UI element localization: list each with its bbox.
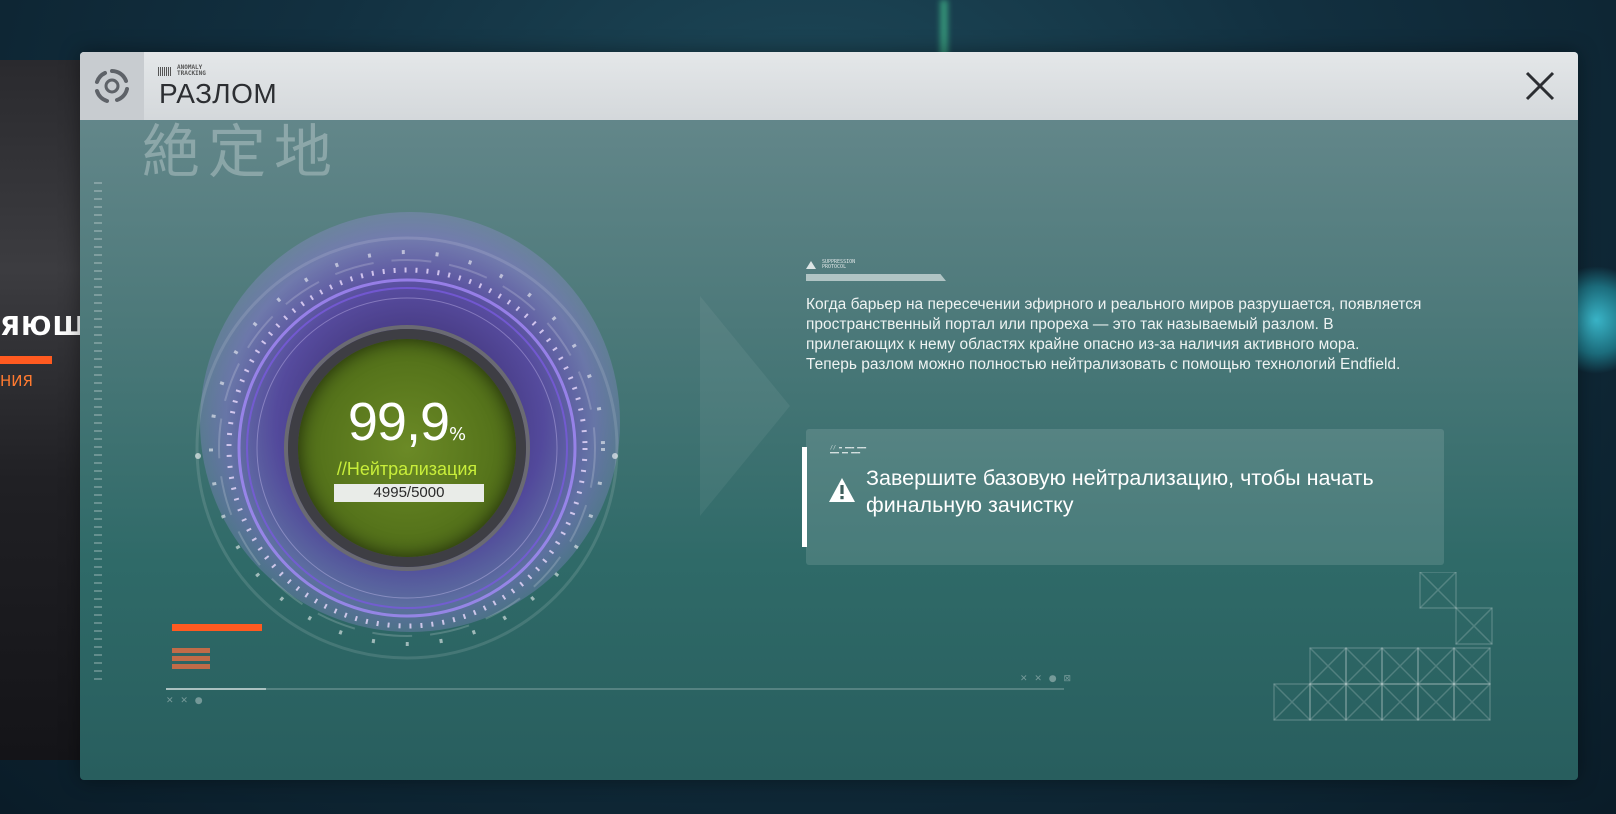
side-dot-rail [94, 182, 102, 682]
requirement-notice: // ▬ ▬▬▬ ▬▬▬ ▬▬▬ ▬▬ ▬▬▬ Завершите базову… [802, 429, 1444, 565]
header-subtitle-text: ANOMALY TRACKING [177, 64, 206, 77]
status-grid [172, 648, 210, 672]
rift-swirl-icon [95, 69, 129, 103]
decorative-glyphs-text: 絶定地 [142, 120, 340, 180]
notice-tag: // ▬ ▬▬▬ ▬▬▬ ▬▬▬ ▬▬ ▬▬▬ [830, 445, 867, 456]
rift-description: SUPPRESSION PROTOCOL Когда барьер на пер… [806, 260, 1426, 375]
info-tag-text: SUPPRESSION PROTOCOL [822, 259, 856, 270]
warning-triangle-icon [828, 477, 856, 507]
rift-logo-box [80, 52, 144, 120]
background-machinery [0, 60, 82, 760]
right-dots: ✕ ✕ ● ⊠ [1020, 674, 1074, 684]
description-text: Когда барьер на пересечении эфирного и р… [806, 295, 1426, 375]
progress-counter-text: 4995/5000 [373, 484, 445, 501]
background-hud-subtext: НИЯ [0, 372, 33, 390]
info-tag: SUPPRESSION PROTOCOL [806, 260, 1426, 270]
bottom-rail [166, 688, 1064, 690]
background-hud-text: ЯЮЩ [0, 312, 89, 342]
description-paragraph-1: Когда барьер на пересечении эфирного и р… [806, 296, 1422, 353]
tag-triangle-icon [806, 261, 816, 269]
page-title: РАЗЛОМ [159, 78, 278, 109]
status-bar-orange [172, 624, 262, 631]
background-light [940, 0, 948, 60]
decorative-glyphs: 絶定地 [142, 120, 340, 180]
dialog-header: ANOMALY TRACKING РАЗЛОМ [80, 52, 1578, 120]
description-paragraph-2: Теперь разлом можно полностью нейтрализо… [806, 356, 1401, 373]
decorative-chevron [700, 296, 790, 516]
header-subtitle: ANOMALY TRACKING [158, 65, 206, 77]
percent-sign: % [449, 424, 467, 445]
background-hud-bar [0, 356, 52, 364]
neutralization-gauge: 99,9% //Нейтрализация 4995/5000 [160, 172, 660, 692]
rift-dialog: ANOMALY TRACKING РАЗЛОМ 絶定地 99,9% //Нейт… [80, 52, 1578, 780]
close-icon [1525, 71, 1555, 101]
bottom-rail-fill [166, 688, 266, 690]
percent-value: 99,9 [347, 392, 450, 452]
progress-counter: 4995/5000 [334, 484, 484, 502]
close-button[interactable] [1520, 66, 1560, 106]
notice-message: Завершите базовую нейтрализацию, чтобы н… [866, 466, 1374, 517]
bottom-dots: ✕ ✕ ● [166, 696, 205, 706]
notice-accent-edge [802, 447, 807, 547]
progress-core: 99,9% //Нейтрализация 4995/5000 [288, 329, 526, 567]
decorative-grid [1273, 572, 1493, 721]
info-tag-bar [806, 274, 946, 281]
barcode-icon [158, 66, 172, 76]
percent-display: 99,9% [298, 391, 516, 453]
neutralization-label: //Нейтрализация [336, 459, 478, 479]
